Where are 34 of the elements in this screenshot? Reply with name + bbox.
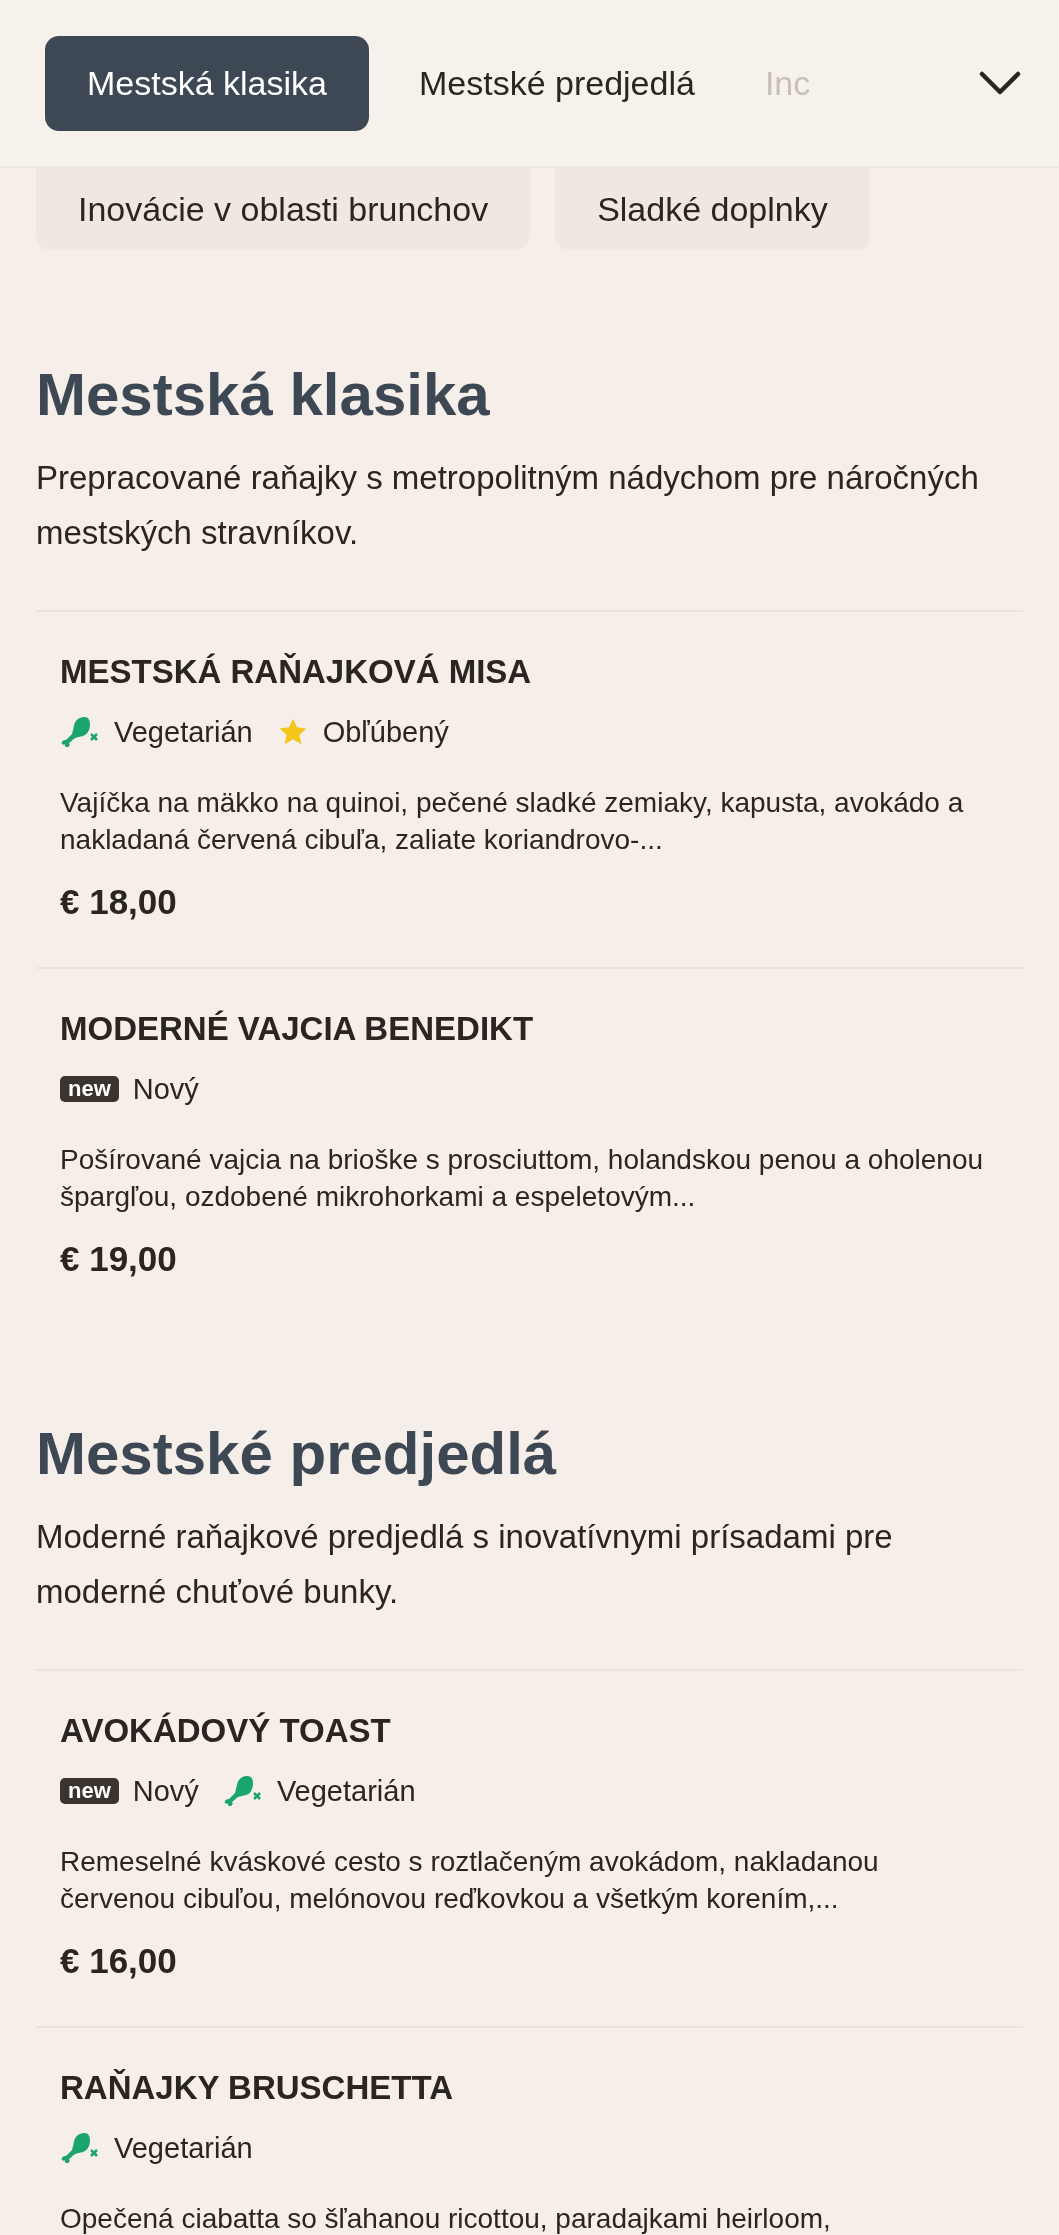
tag-label: Nový [132, 1774, 199, 1809]
section-description: Moderné raňajkové predjedlá s inovatívnymi prísadami pre moderné chuťové bunky. [36, 1517, 894, 1612]
item-description: Opečená ciabatta so šľahanou ricottou, paradajkami heirloom, [60, 2202, 832, 2235]
item-price: € 18,00 [60, 881, 178, 923]
tag-label: Vegetarián [276, 1774, 416, 1809]
item-name: RAŇAJKY BRUSCHETTA [60, 2068, 454, 2108]
item-name: AVOKÁDOVÝ TOAST [60, 1711, 392, 1751]
menu-item[interactable]: MODERNÉ VAJCIA BENEDIKT new Nový Pošírované vajcia na brioške s prosciuttom, holandskou penou a oholenou špargľou, ozdobené mikrohorkami a espeletovým... € 19,00 [36, 967, 1023, 1324]
tag-label: Obľúbený [322, 715, 449, 750]
item-description: Vajíčka na mäkko na quinoi, pečené sladké zemiaky, kapusta, avokádo a nakladaná červená cibuľa, zaliate koriandrovo-... [60, 786, 965, 857]
item-name: MODERNÉ VAJCIA BENEDIKT [60, 1009, 535, 1049]
item-price: € 19,00 [60, 1238, 178, 1280]
category-tab[interactable]: Mestské predjedlá [398, 35, 715, 131]
category-tab[interactable]: Mestská klasika [45, 35, 369, 131]
section-title: Mestské predjedlá [36, 1419, 558, 1489]
section-description: Prepracované raňajky s metropolitným nádychom pre náročných mestských stravníkov. [36, 458, 980, 553]
menu-item[interactable]: MESTSKÁ RAŇAJKOVÁ MISA Vegetarián Obľúbený Vajíčka na mäkko na quinoi, pečené sladké zemiaky, kapusta, avokádo a nakladaná červená cibuľa, zaliate koriandrovo-... € 18,00 [36, 610, 1023, 967]
section-title: Mestská klasika [36, 360, 491, 430]
tag-label: Nový [132, 1072, 199, 1107]
item-description: Remeselné kváskové cesto s roztlačeným avokádom, nakladanou červenou cibuľou, melónovou reďkovkou a všetkým korením,... [60, 1845, 880, 1916]
item-price: € 16,00 [60, 1940, 178, 1982]
menu-item[interactable]: AVOKÁDOVÝ TOAST new Nový Vegetarián Remeselné kváskové cesto s roztlačeným avokádom, nakladanou červenou cibuľou, melónovou reďkovkou a všetkým korením,... € 16,00 [36, 1669, 1023, 2026]
menu-item[interactable]: RAŇAJKY BRUSCHETTA Vegetarián Opečená ciabatta so šľahanou ricottou, paradajkami heirloom, [36, 2026, 1023, 2235]
drumstick-icon [222, 1773, 263, 1809]
item-name: MESTSKÁ RAŇAJKOVÁ MISA [60, 652, 533, 692]
category-chip[interactable]: Sladké doplnky [555, 168, 870, 250]
tag-label: Vegetarián [114, 715, 253, 750]
item-description: Pošírované vajcia na brioške s prosciuttom, holandskou penou a oholenou špargľou, ozdobené mikrohorkami a espeletovým... [60, 1143, 985, 1214]
drumstick-icon [60, 2130, 100, 2166]
new-badge: new [60, 1778, 119, 1804]
tag-label: Vegetarián [114, 2131, 253, 2166]
category-chip[interactable]: Inovácie v oblasti brunchov [36, 168, 531, 250]
drumstick-icon [60, 714, 100, 750]
new-badge: new [60, 1076, 119, 1102]
